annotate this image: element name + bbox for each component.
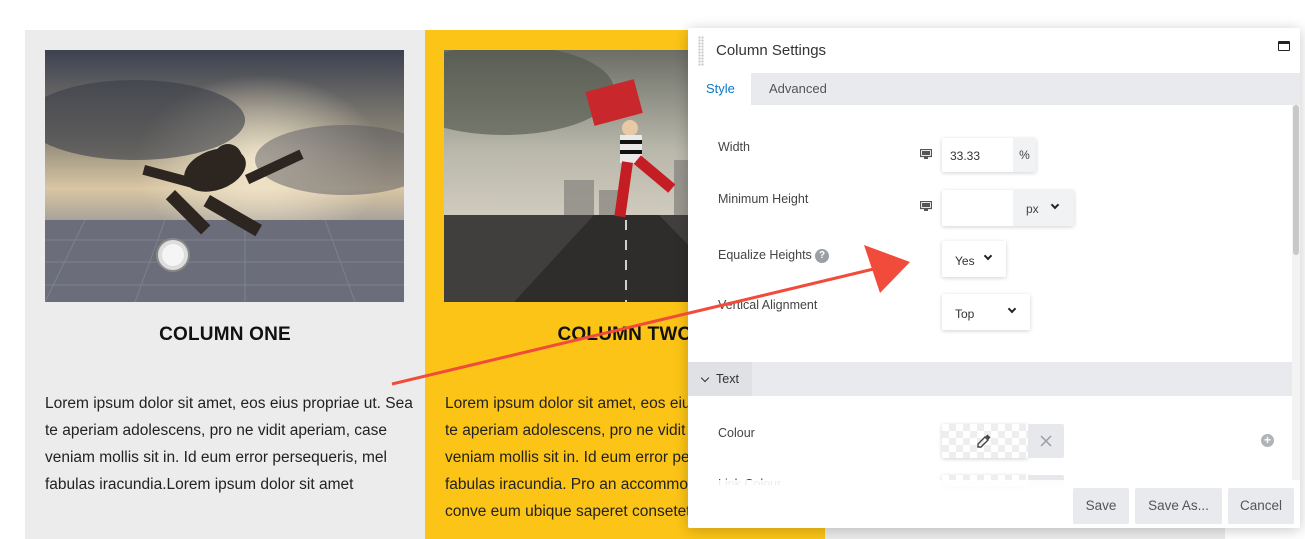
column-settings-panel: Column Settings Style Advanced Width 33.… bbox=[688, 28, 1300, 528]
tab-advanced[interactable]: Advanced bbox=[751, 73, 845, 105]
panel-header[interactable]: Column Settings bbox=[688, 28, 1300, 74]
panel-tabs: Style Advanced bbox=[688, 73, 1300, 105]
vertical-alignment-value: Top bbox=[955, 307, 975, 321]
save-button[interactable]: Save bbox=[1073, 488, 1129, 524]
width-input[interactable]: 33.33 % bbox=[942, 138, 1036, 172]
equalize-heights-select[interactable]: Yes bbox=[942, 241, 1006, 277]
chevron-down-icon bbox=[700, 373, 710, 383]
panel-scrollbar[interactable] bbox=[1292, 105, 1300, 485]
text-section-toggle[interactable]: Text bbox=[688, 362, 752, 396]
text-section-label: Text bbox=[716, 372, 739, 386]
panel-title: Column Settings bbox=[716, 42, 827, 59]
cancel-button[interactable]: Cancel bbox=[1228, 488, 1294, 524]
chevron-down-icon bbox=[1050, 200, 1060, 210]
width-value: 33.33 bbox=[950, 149, 981, 163]
add-icon[interactable]: + bbox=[1261, 434, 1274, 447]
colour-swatch[interactable] bbox=[942, 424, 1028, 458]
column-one-heading: COLUMN ONE bbox=[159, 324, 291, 345]
responsive-monitor-icon[interactable] bbox=[920, 149, 932, 159]
chevron-down-icon bbox=[983, 251, 993, 261]
column-one[interactable]: COLUMN ONE Lorem ipsum dolor sit amet, e… bbox=[25, 30, 425, 539]
panel-footer: Save Save As... Cancel bbox=[688, 480, 1300, 528]
chevron-down-icon bbox=[1007, 304, 1017, 314]
width-label: Width bbox=[718, 140, 750, 154]
tab-style[interactable]: Style bbox=[688, 73, 751, 105]
column-one-text: Lorem ipsum dolor sit amet, eos eius pro… bbox=[45, 395, 413, 493]
help-icon[interactable]: ? bbox=[815, 249, 829, 263]
column-one-image bbox=[45, 50, 404, 302]
save-as-button[interactable]: Save As... bbox=[1135, 488, 1222, 524]
colour-label: Colour bbox=[718, 426, 755, 440]
equalize-heights-value: Yes bbox=[955, 254, 975, 268]
scrollbar-thumb[interactable] bbox=[1293, 105, 1299, 255]
vertical-alignment-label: Vertical Alignment bbox=[718, 298, 818, 312]
text-section-header[interactable]: Text bbox=[688, 362, 1292, 396]
close-icon bbox=[1040, 435, 1052, 447]
drag-handle-icon[interactable] bbox=[698, 36, 704, 66]
responsive-monitor-icon[interactable] bbox=[920, 201, 932, 211]
minimum-height-input[interactable]: px bbox=[942, 190, 1074, 226]
minimum-height-label: Minimum Height bbox=[718, 192, 809, 206]
minimum-height-unit-select[interactable]: px bbox=[1013, 190, 1074, 226]
maximize-icon[interactable] bbox=[1278, 41, 1290, 51]
eyedropper-icon[interactable] bbox=[976, 433, 992, 449]
equalize-heights-label: Equalize Heights bbox=[718, 248, 812, 262]
page-builder-canvas: COLUMN ONE Lorem ipsum dolor sit amet, e… bbox=[0, 0, 1305, 539]
minimum-height-unit: px bbox=[1026, 202, 1039, 216]
colour-clear-button[interactable] bbox=[1028, 424, 1064, 458]
width-unit: % bbox=[1013, 138, 1036, 172]
vertical-alignment-select[interactable]: Top bbox=[942, 294, 1030, 330]
